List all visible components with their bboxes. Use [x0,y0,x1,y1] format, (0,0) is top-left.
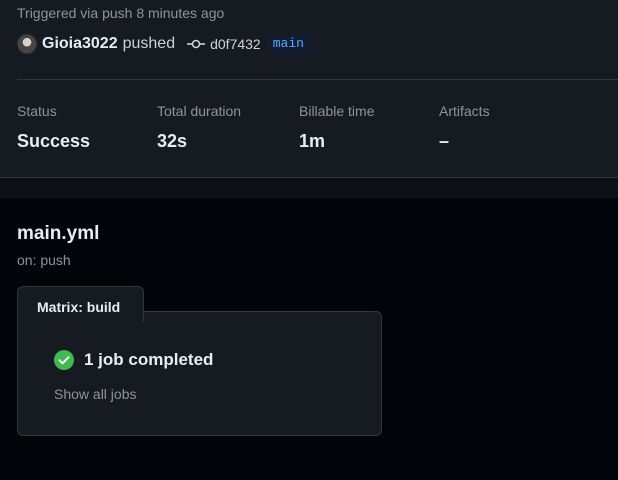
stat-label: Artifacts [439,103,490,119]
trigger-info: Triggered via push 8 minutes ago [17,5,225,21]
stat-value: 1m [299,131,326,151]
stat-total-duration: Total duration 32s [157,103,241,152]
job-status-text: 1 job completed [84,350,214,369]
show-all-jobs-link[interactable]: Show all jobs [54,386,137,402]
branch-badge[interactable]: main [266,34,310,54]
user-avatar[interactable] [17,34,37,54]
commit-sha-link[interactable]: d0f7432 [210,36,261,52]
section-gap [0,178,618,198]
check-circle-icon [54,350,74,370]
push-info-row: Gioia3022 pushed d0f7432 main [17,33,310,55]
stat-label: Status [17,103,57,119]
run-summary-panel: Triggered via push 8 minutes ago Gioia30… [0,0,618,180]
stat-value: 32s [157,131,188,151]
divider [17,79,618,80]
workflow-file-title: main.yml [17,223,100,244]
user-link[interactable]: Gioia3022 [42,35,118,53]
stat-value: Success [17,131,91,151]
stat-status: Status Success [17,103,90,152]
stat-value: – [439,131,450,151]
matrix-card: 1 job completed Show all jobs [17,311,382,436]
push-action-text: pushed [122,35,176,52]
stat-artifacts: Artifacts – [439,103,490,152]
matrix-label: Matrix: build [37,299,121,315]
stat-billable-time: Billable time 1m [299,103,374,152]
stat-label: Billable time [299,103,375,119]
stat-label: Total duration [157,103,242,119]
git-commit-icon [187,39,206,49]
matrix-tab: Matrix: build [17,286,144,322]
workflow-trigger: on: push [17,252,71,268]
job-status-row[interactable]: 1 job completed [54,350,213,370]
